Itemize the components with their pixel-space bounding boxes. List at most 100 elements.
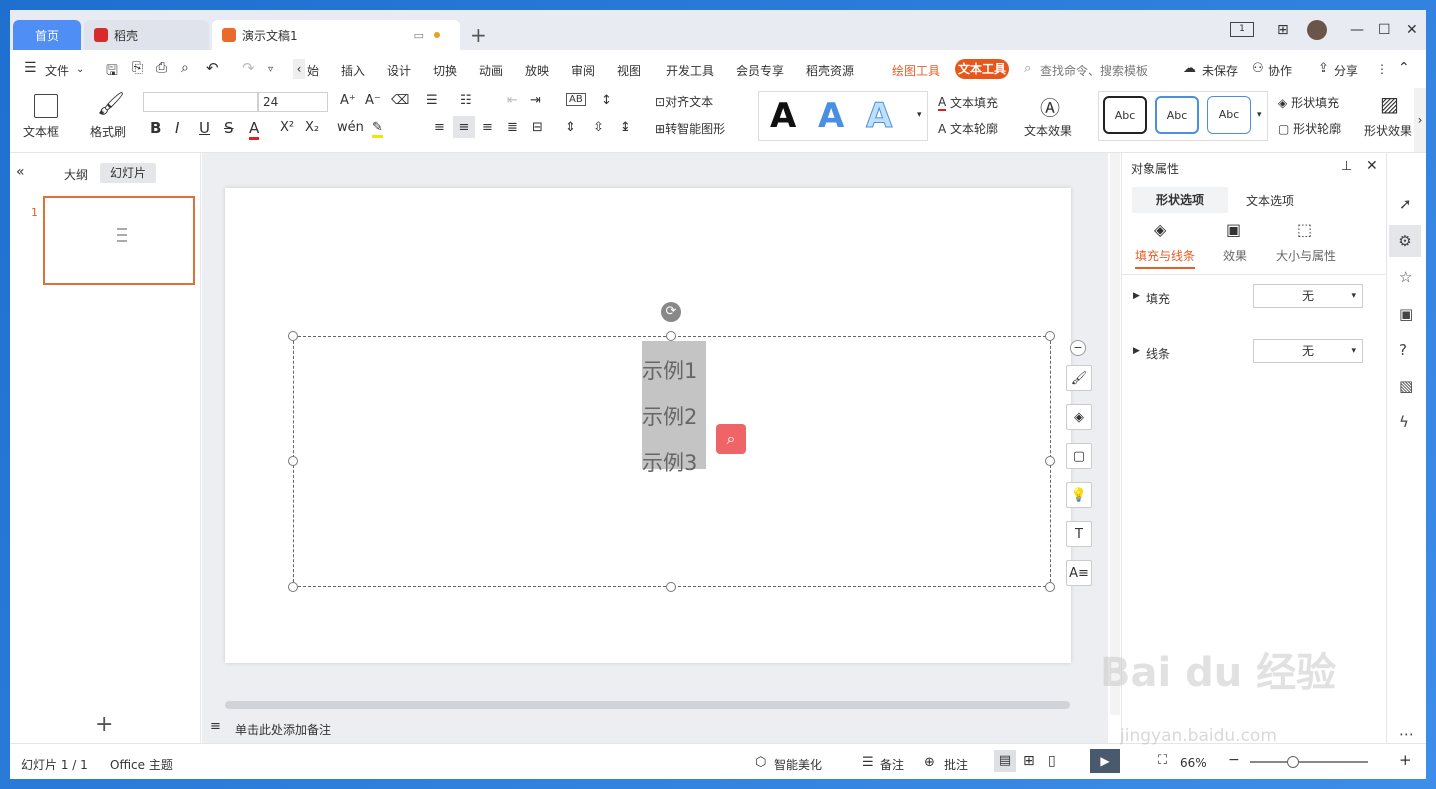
effect-icon[interactable]: ▣ [1226, 220, 1241, 239]
justify-icon[interactable]: ≣ [507, 120, 518, 135]
new-tab-button[interactable]: + [470, 23, 487, 47]
increase-indent-icon[interactable]: ⇥ [530, 93, 541, 108]
phonetic-icon[interactable]: wén [337, 120, 364, 135]
resize-handle-ml[interactable] [288, 456, 298, 466]
outline-frame-icon[interactable]: ▢ [1066, 443, 1092, 469]
fill-line-icon[interactable]: ◈ [1154, 220, 1166, 239]
minimize-icon[interactable]: — [1350, 22, 1364, 38]
bold-icon[interactable]: B [150, 119, 161, 137]
clear-format-icon[interactable]: ⌫ [391, 93, 409, 108]
reading-view-icon[interactable]: ▯ [1048, 753, 1056, 769]
hamburger-icon[interactable]: ☰ [24, 60, 37, 76]
shape-style-more-icon[interactable]: ▾ [1257, 110, 1262, 120]
resize-handle-tl[interactable] [288, 331, 298, 341]
sorter-view-icon[interactable]: ⊞ [1023, 753, 1035, 769]
properties-sliders-icon[interactable]: ⚙ [1389, 225, 1421, 257]
undo-icon[interactable]: ↶ [206, 59, 219, 77]
fill-label[interactable]: 填充 [1146, 290, 1170, 307]
subtab-effect[interactable]: 效果 [1223, 247, 1247, 264]
font-family-select[interactable] [143, 92, 258, 112]
print-preview-icon[interactable]: ⌕ [181, 60, 189, 76]
distribute-icon[interactable]: ⊟ [532, 120, 543, 135]
font-color-icon[interactable]: A [249, 119, 260, 140]
shape-effect-button[interactable]: 形状效果 [1364, 122, 1412, 139]
fill-bucket-icon[interactable]: ◈ [1066, 404, 1092, 430]
ribbon-scroll-right-icon[interactable]: › [1414, 88, 1426, 152]
textbox-button[interactable]: 文本框 [23, 123, 59, 140]
menu-transition[interactable]: 切换 [433, 62, 457, 79]
resize-handle-bl[interactable] [288, 582, 298, 592]
align-left-icon[interactable]: ≡ [434, 120, 445, 135]
close-panel-icon[interactable]: ✕ [1366, 158, 1378, 174]
notes-button[interactable]: 备注 [880, 756, 904, 773]
text-effect-icon[interactable]: Ⓐ [1040, 92, 1060, 121]
italic-icon[interactable]: I [175, 119, 179, 137]
notes-area[interactable]: ≡ 单击此处添加备注 [202, 715, 1108, 743]
menu-docer-resources[interactable]: 稻壳资源 [806, 62, 854, 79]
zoom-slider[interactable] [1250, 761, 1368, 763]
add-slide-icon[interactable]: + [95, 712, 113, 737]
slide-thumbnail[interactable] [43, 196, 195, 285]
search-float-icon[interactable]: ⌕ [716, 424, 746, 454]
menu-insert[interactable]: 插入 [341, 62, 365, 79]
idea-bulb-icon[interactable]: 💡 [1066, 482, 1092, 508]
quick-access-more-icon[interactable]: ▿ [268, 64, 273, 75]
superscript-icon[interactable]: X² [280, 120, 294, 135]
more-tools-icon[interactable]: ⋯ [1399, 725, 1414, 743]
font-size-select[interactable]: 24 [258, 92, 328, 112]
line-spacing2-icon[interactable]: ⇳ [593, 120, 604, 135]
more-menu-icon[interactable]: ⋮ [1376, 62, 1388, 76]
theme-name[interactable]: Office 主题 [110, 756, 173, 773]
textbox-icon[interactable] [34, 94, 58, 118]
increase-font-icon[interactable]: A⁺ [340, 93, 356, 108]
collab-button[interactable]: 协作 [1268, 62, 1292, 79]
line-dropdown[interactable]: 无 ▾ [1253, 339, 1363, 363]
text-fill-button[interactable]: A 文本填充 [938, 94, 998, 111]
file-chevron-icon[interactable]: ⌄ [76, 64, 84, 75]
star-icon[interactable]: ☆ [1399, 268, 1412, 286]
decrease-indent-icon[interactable]: ⇤ [507, 93, 518, 108]
underline-icon[interactable]: U [199, 119, 210, 137]
decrease-font-icon[interactable]: A⁻ [365, 93, 381, 108]
slide-text-line-2[interactable]: 示例2 [642, 394, 697, 440]
strikethrough-icon[interactable]: S [224, 119, 234, 137]
menu-scroll-left-icon[interactable]: ‹ [293, 59, 305, 79]
text-transform-icon[interactable]: T [1066, 521, 1092, 547]
comment-button[interactable]: 批注 [944, 756, 968, 773]
tab-home[interactable]: 首页 [13, 20, 81, 50]
zoom-out-icon[interactable]: − [1228, 752, 1240, 768]
menu-view[interactable]: 视图 [617, 62, 641, 79]
normal-view-icon[interactable]: ▤ [994, 750, 1016, 772]
print-icon[interactable]: ⎙ [156, 60, 167, 76]
line-expand-icon[interactable]: ▶ [1133, 346, 1140, 356]
help-icon[interactable]: ? [1399, 341, 1407, 359]
page-count-icon[interactable]: 1 [1230, 22, 1254, 37]
menu-animation[interactable]: 动画 [479, 62, 503, 79]
subtab-fill-line[interactable]: 填充与线条 [1135, 247, 1196, 269]
zoom-slider-thumb[interactable] [1287, 756, 1299, 768]
tab-presentation[interactable]: 演示文稿1 ▭ [212, 20, 460, 50]
menu-member[interactable]: 会员专享 [736, 62, 784, 79]
highlight-icon[interactable]: ✎ [372, 120, 383, 138]
vertical-scrollbar[interactable] [1110, 153, 1120, 715]
resize-handle-tc[interactable] [666, 331, 676, 341]
collapse-ribbon-icon[interactable]: ⌃ [1398, 60, 1410, 76]
format-painter-icon[interactable]: 🖌 [97, 92, 125, 117]
spacing-more-icon[interactable]: ↨ [620, 120, 631, 135]
align-text-button[interactable]: ⊡ 对齐文本 [655, 93, 713, 110]
fill-dropdown[interactable]: 无 ▾ [1253, 284, 1363, 308]
subtab-size[interactable]: 大小与属性 [1276, 247, 1336, 264]
export-pdf-icon[interactable]: ⎘ [132, 60, 143, 76]
maximize-icon[interactable]: ☐ [1378, 22, 1391, 38]
tab-docer[interactable]: 稻壳 [84, 20, 209, 50]
shape-outline-button[interactable]: ▢ 形状轮廓 [1278, 120, 1341, 137]
menu-draw-tool[interactable]: 绘图工具 [892, 62, 940, 79]
redo-icon[interactable]: ↷ [242, 59, 255, 77]
resize-handle-tr[interactable] [1045, 331, 1055, 341]
shape-style-blue[interactable]: Abc [1155, 96, 1199, 134]
image-tool-icon[interactable]: ▧ [1399, 377, 1413, 395]
text-wrap-icon[interactable]: A≡ [1066, 560, 1092, 586]
tab-shape-options[interactable]: 形状选项 [1132, 187, 1228, 213]
slide-window-icon[interactable]: ▣ [1399, 305, 1413, 323]
resize-handle-mr[interactable] [1045, 456, 1055, 466]
